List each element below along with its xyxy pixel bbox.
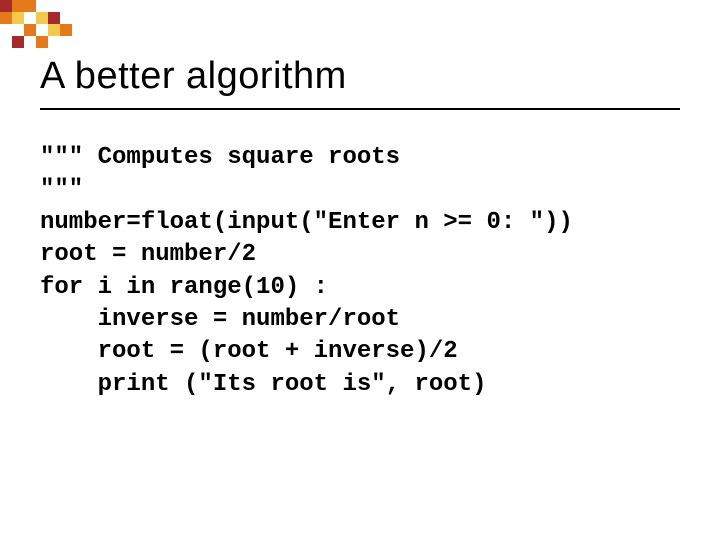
decoration-pixel xyxy=(48,12,60,24)
decoration-pixel xyxy=(24,24,36,36)
decoration-pixel xyxy=(0,0,12,12)
decoration-pixel xyxy=(48,24,60,36)
decoration-pixel xyxy=(24,0,36,12)
slide-body: A better algorithm """ Computes square r… xyxy=(0,0,720,401)
decoration-pixel xyxy=(60,24,72,36)
decoration-pixel xyxy=(12,36,24,48)
decoration-pixel xyxy=(12,12,24,24)
code-block: """ Computes square roots """ number=flo… xyxy=(40,142,680,401)
title-container: A better algorithm xyxy=(40,55,680,110)
corner-pixel-decoration xyxy=(0,0,100,50)
decoration-pixel xyxy=(12,0,24,12)
slide-title: A better algorithm xyxy=(40,55,680,98)
decoration-pixel xyxy=(36,12,48,24)
decoration-pixel xyxy=(0,12,12,24)
decoration-pixel xyxy=(36,36,48,48)
